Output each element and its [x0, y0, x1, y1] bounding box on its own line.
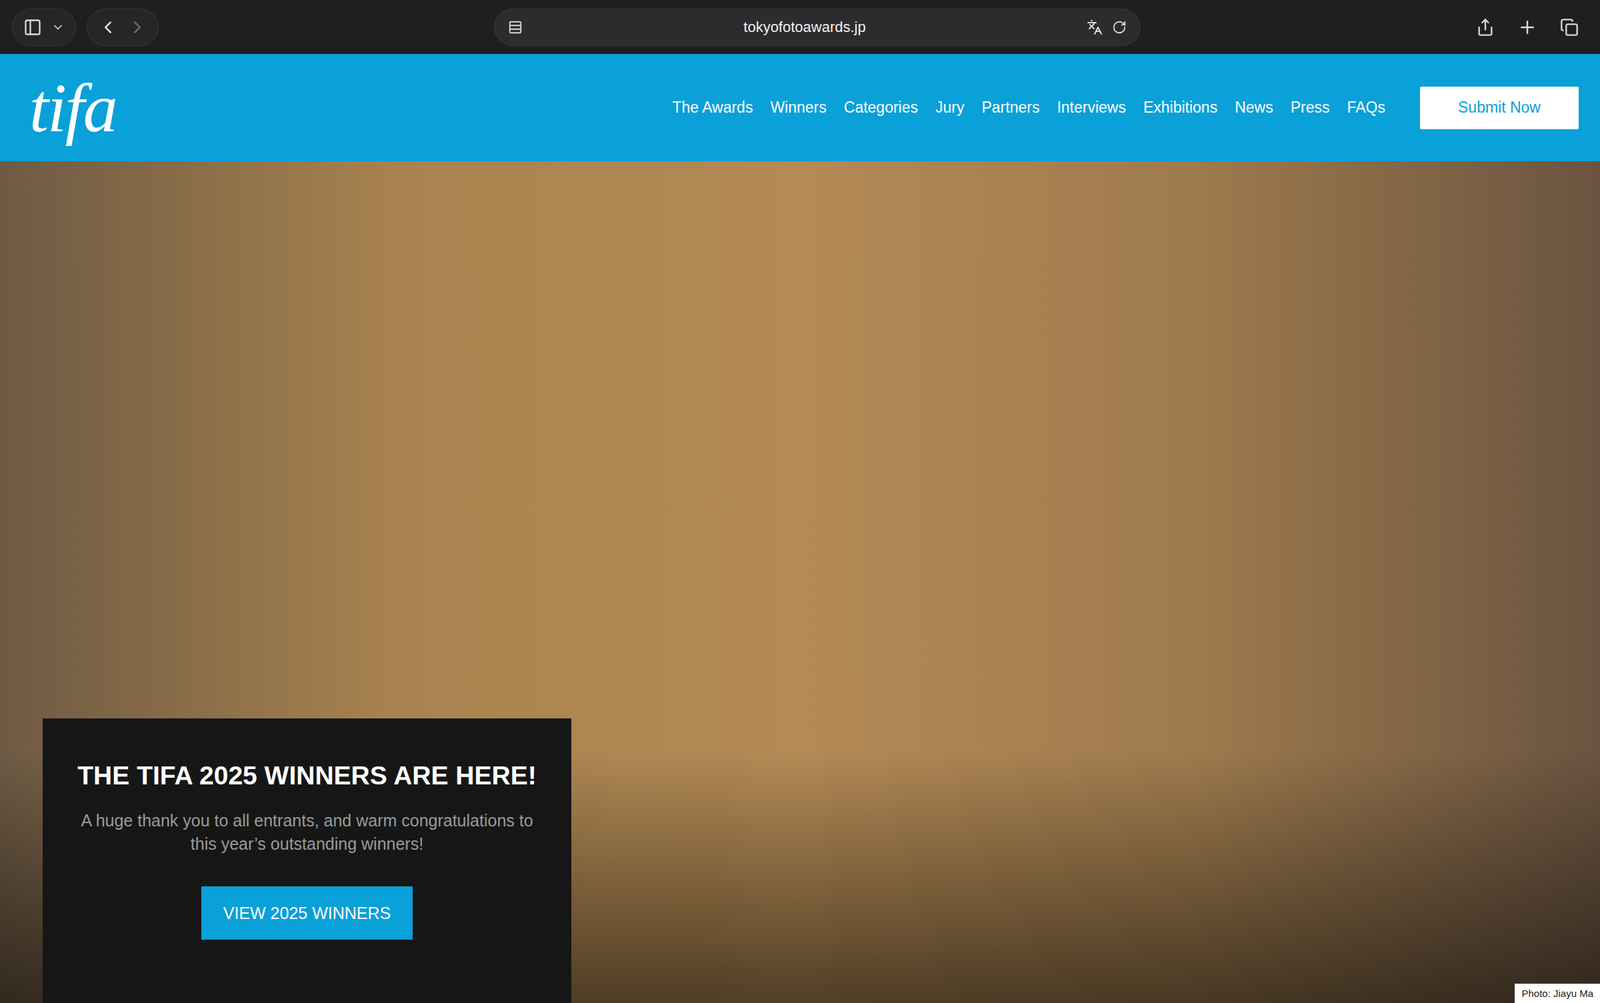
- page-menu-icon[interactable]: [508, 20, 523, 35]
- sidebar-toggle[interactable]: [12, 8, 76, 46]
- winners-title: THE TIFA 2025 WINNERS ARE HERE!: [77, 761, 536, 791]
- view-winners-button[interactable]: VIEW 2025 WINNERS: [201, 886, 413, 940]
- browser-window: tokyofotoawards.jp tifa The Awards Winners C…: [0, 0, 1600, 1003]
- history-buttons: [86, 8, 159, 46]
- tabs-overview-icon[interactable]: [1560, 18, 1579, 37]
- winners-text: A huge thank you to all entrants, and wa…: [73, 809, 541, 856]
- photo-credit: Photo: Jiayu Ma: [1514, 984, 1600, 1003]
- forward-icon[interactable]: [127, 17, 148, 38]
- new-tab-icon[interactable]: [1517, 17, 1538, 38]
- share-icon[interactable]: [1476, 18, 1495, 37]
- hero-photo: THE TIFA 2025 WINNERS ARE HERE! A huge th…: [0, 161, 1600, 1003]
- url-text[interactable]: tokyofotoawards.jp: [532, 18, 1078, 36]
- main-nav: The Awards Winners Categories Jury Partners I…: [116, 86, 1579, 130]
- nav-link[interactable]: Press: [1290, 98, 1330, 117]
- back-button[interactable]: [98, 17, 118, 38]
- back-icon[interactable]: [98, 17, 118, 38]
- submit-button[interactable]: Submit Now: [1420, 86, 1579, 130]
- nav-link[interactable]: News: [1234, 98, 1274, 117]
- nav-link[interactable]: Categories: [844, 98, 918, 117]
- winners-card: THE TIFA 2025 WINNERS ARE HERE! A huge th…: [42, 718, 572, 1003]
- site-logo[interactable]: tifa: [29, 73, 117, 143]
- translate-icon[interactable]: [1086, 19, 1103, 36]
- nav-link[interactable]: The Awards: [672, 98, 753, 117]
- site-header: tifa The Awards Winners Categories Jury Partn…: [0, 54, 1600, 162]
- nav-link[interactable]: FAQs: [1346, 98, 1386, 117]
- forward-button[interactable]: [127, 17, 148, 38]
- nav-link[interactable]: Jury: [935, 98, 964, 117]
- sidebar-icon[interactable]: [23, 18, 42, 37]
- browser-toolbar: tokyofotoawards.jp: [0, 0, 1600, 54]
- nav-link[interactable]: Exhibitions: [1143, 98, 1218, 117]
- address-bar[interactable]: tokyofotoawards.jp: [494, 8, 1141, 46]
- reload-icon[interactable]: [1112, 20, 1127, 35]
- nav-link[interactable]: Interviews: [1056, 98, 1126, 117]
- nav-link[interactable]: Partners: [981, 98, 1040, 117]
- nav-link[interactable]: Winners: [770, 98, 826, 117]
- chevron-down-icon[interactable]: [51, 20, 65, 34]
